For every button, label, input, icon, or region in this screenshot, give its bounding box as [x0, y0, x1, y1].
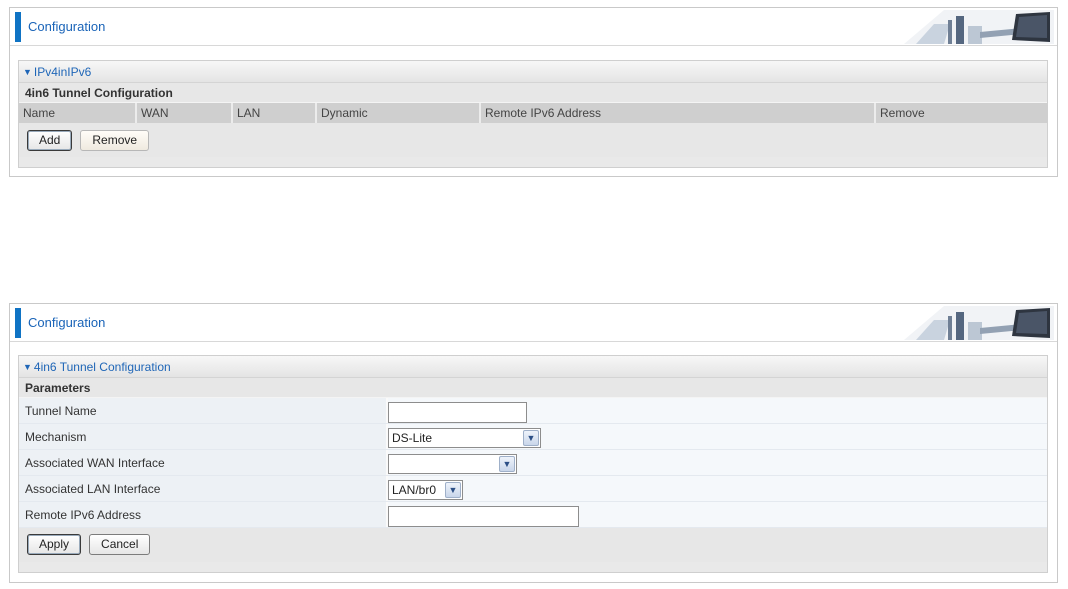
- tunnel-name-label: Tunnel Name: [19, 398, 388, 423]
- remote-ipv6-cell: [388, 502, 1047, 527]
- header-accent-bar: [15, 12, 21, 42]
- lan-interface-cell: LAN/br0 ▼: [388, 476, 1047, 501]
- mechanism-select[interactable]: DS-Lite ▼: [388, 428, 541, 448]
- chevron-down-icon: ▼: [523, 430, 539, 446]
- parameters-heading: Parameters: [19, 378, 1047, 398]
- mechanism-value: DS-Lite: [392, 431, 433, 445]
- form-actions: Apply Cancel: [19, 528, 1047, 562]
- wan-interface-label: Associated WAN Interface: [19, 450, 388, 475]
- column-header-dynamic: Dynamic: [317, 103, 481, 123]
- panel-header: Configuration: [10, 304, 1057, 342]
- computer-monitor-icon: [904, 306, 1054, 340]
- column-header-name: Name: [19, 103, 137, 123]
- section-toggle[interactable]: ▼ 4in6 Tunnel Configuration: [19, 356, 1047, 378]
- tunnel-config-section: ▼ 4in6 Tunnel Configuration Parameters Tu…: [18, 355, 1048, 573]
- remote-ipv6-input[interactable]: [388, 506, 579, 527]
- param-row-lan-interface: Associated LAN Interface LAN/br0 ▼: [19, 476, 1047, 502]
- param-row-mechanism: Mechanism DS-Lite ▼: [19, 424, 1047, 450]
- chevron-down-icon: ▼: [445, 482, 461, 498]
- column-header-remove: Remove: [876, 103, 1047, 123]
- lan-interface-value: LAN/br0: [392, 483, 437, 497]
- panel-header: Configuration: [10, 8, 1057, 46]
- apply-button[interactable]: Apply: [27, 534, 82, 555]
- section-title: 4in6 Tunnel Configuration: [33, 360, 171, 374]
- tunnel-name-input[interactable]: [388, 402, 527, 423]
- mechanism-cell: DS-Lite ▼: [388, 424, 1047, 449]
- add-button[interactable]: Add: [27, 130, 73, 151]
- remove-button[interactable]: Remove: [80, 130, 150, 151]
- lan-interface-select[interactable]: LAN/br0 ▼: [388, 480, 463, 500]
- section-title: IPv4inIPv6: [33, 65, 92, 79]
- tunnel-name-cell: [388, 398, 1047, 423]
- section-toggle[interactable]: ▼ IPv4inIPv6: [19, 61, 1047, 83]
- chevron-down-icon: ▼: [499, 456, 515, 472]
- triangle-down-icon: ▼: [23, 362, 32, 372]
- column-header-remote-ipv6: Remote IPv6 Address: [481, 103, 876, 123]
- lan-interface-label: Associated LAN Interface: [19, 476, 388, 501]
- ipv4inipv6-panel: Configuration ▼ IPv4inIPv6 4in6 Tunnel Co…: [9, 7, 1058, 177]
- wan-interface-select[interactable]: ▼: [388, 454, 517, 474]
- remote-ipv6-label: Remote IPv6 Address: [19, 502, 388, 527]
- tunnel-config-panel: Configuration ▼ 4in6 Tunnel Configuration…: [9, 303, 1058, 583]
- page-title: Configuration: [28, 19, 106, 34]
- param-row-remote-ipv6: Remote IPv6 Address: [19, 502, 1047, 528]
- cancel-button[interactable]: Cancel: [89, 534, 151, 555]
- page-title: Configuration: [28, 315, 106, 330]
- table-actions: Add Remove: [19, 123, 1047, 157]
- header-accent-bar: [15, 308, 21, 338]
- subheading: 4in6 Tunnel Configuration: [19, 83, 1047, 103]
- mechanism-label: Mechanism: [19, 424, 388, 449]
- computer-monitor-icon: [904, 10, 1054, 44]
- column-header-wan: WAN: [137, 103, 233, 123]
- param-row-tunnel-name: Tunnel Name: [19, 398, 1047, 424]
- wan-interface-cell: ▼: [388, 450, 1047, 475]
- ipv4inipv6-section: ▼ IPv4inIPv6 4in6 Tunnel Configuration Na…: [18, 60, 1048, 168]
- param-row-wan-interface: Associated WAN Interface ▼: [19, 450, 1047, 476]
- table-header-row: Name WAN LAN Dynamic Remote IPv6 Address…: [19, 103, 1047, 123]
- column-header-lan: LAN: [233, 103, 317, 123]
- triangle-down-icon: ▼: [23, 67, 32, 77]
